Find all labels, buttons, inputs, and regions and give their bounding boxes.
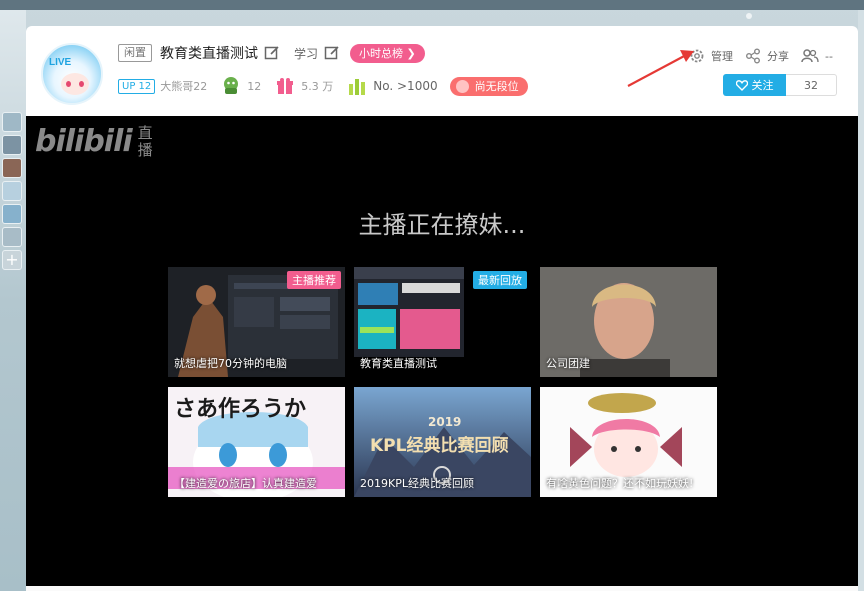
fans-group-button[interactable]: --: [801, 48, 833, 64]
recommendation-title: 2019KPL经典比赛回顾: [360, 477, 474, 490]
bilibili-live-logo: bilibili 直播: [35, 124, 156, 159]
heart-icon: [735, 79, 748, 91]
recommendation-card[interactable]: 有啥黄色问题？还不如玩妖妖!: [540, 387, 717, 497]
annotation-arrow: [627, 50, 694, 87]
recommended-badge: 主播推荐: [287, 271, 341, 289]
recommendation-title: 公司团建: [546, 357, 590, 370]
video-player[interactable]: bilibili 直播 主播正在撩妹... 主播推荐 就想虐把70分钟的电脑 最…: [26, 116, 858, 586]
no-rank-label: 尚无段位: [474, 79, 519, 93]
room-category[interactable]: 学习: [294, 45, 318, 62]
rank-value: No. >1000: [373, 79, 438, 93]
fans-group-label: --: [825, 49, 833, 63]
streamer-name[interactable]: 大熊哥22: [160, 78, 207, 94]
rank-medal-icon: [455, 79, 469, 93]
logo-sub-text: 直播: [137, 123, 153, 159]
recommendation-card[interactable]: 公司团建: [540, 267, 717, 377]
edit-title-icon[interactable]: [264, 45, 280, 61]
toolbar-add-button[interactable]: +: [2, 250, 22, 270]
room-title: 教育类直播测试: [160, 46, 258, 62]
bar-chart-icon: [349, 79, 366, 95]
bottom-edge: [26, 586, 858, 591]
recommendation-title: 教育类直播测试: [360, 357, 437, 370]
share-label: 分享: [767, 50, 789, 63]
toolbar-item-1[interactable]: [2, 112, 22, 132]
streamer-stats-row: UP 12 大熊哥22 12 5.3 万 No. >1000 尚无段位: [118, 75, 528, 97]
offline-status-message: 主播正在撩妹...: [358, 211, 526, 239]
toolbar-item-3[interactable]: [2, 158, 22, 178]
up-level-badge: UP 12: [118, 78, 156, 94]
follow-group: 关注 32: [723, 74, 837, 96]
manage-label: 管理: [711, 50, 733, 63]
background-dot: [746, 13, 752, 19]
logo-text: bilibili: [35, 124, 133, 159]
avatar-face: [61, 73, 89, 95]
stat-value-1: 12: [247, 79, 262, 93]
recommendation-title: 【建造爱の旅店】认真建造爱: [174, 477, 317, 490]
share-icon: [746, 48, 760, 64]
thumbnail-overlay-text: さあ作ろうか: [174, 397, 307, 422]
recommendation-card[interactable]: 2019 KPL经典比赛回顾 2019KPL经典比赛回顾: [354, 387, 531, 497]
follow-label: 关注: [751, 79, 774, 92]
room-header: LIVE 闲置 教育类直播测试 学习 小时总榜 ❯ UP 12 大熊哥22 12: [26, 26, 858, 116]
room-status-tag: 闲置: [118, 44, 152, 62]
follower-count: 32: [786, 74, 837, 96]
recommendation-title: 就想虐把70分钟的电脑: [174, 357, 287, 370]
users-icon: [801, 49, 819, 63]
recommendation-card[interactable]: さあ作ろうか 【建造爱の旅店】认真建造爱: [168, 387, 345, 497]
gift-icon: [277, 78, 294, 94]
share-button[interactable]: 分享: [745, 48, 789, 64]
streamer-avatar[interactable]: LIVE: [41, 43, 103, 105]
stat-value-2: 5.3 万: [301, 80, 334, 93]
hour-rank-label: 小时总榜: [359, 46, 404, 60]
background-right-panel: [858, 10, 864, 591]
header-actions: 管理 分享 --: [689, 46, 845, 66]
avatar-eye: [66, 81, 71, 87]
thumbnail-overlay-text: KPL经典比赛回顾: [370, 436, 509, 456]
avatar-eye: [79, 81, 84, 87]
toolbar-item-5[interactable]: [2, 204, 22, 224]
background-left-panel: [0, 10, 26, 591]
avatar-live-text: LIVE: [49, 57, 72, 68]
toolbar-item-2[interactable]: [2, 135, 22, 155]
thumbnail-year-text: 2019: [428, 415, 462, 429]
recommendation-card[interactable]: 最新回放 教育类直播测试: [354, 267, 531, 377]
toolbar-item-6[interactable]: [2, 227, 22, 247]
left-toolbar: +: [2, 112, 24, 273]
background-top-bar: [0, 0, 864, 10]
recommendation-card[interactable]: 主播推荐 就想虐把70分钟的电脑: [168, 267, 345, 377]
hour-rank-button[interactable]: 小时总榜 ❯: [350, 43, 425, 63]
recommendation-title: 有啥黄色问题？还不如玩妖妖!: [546, 477, 694, 490]
toolbar-item-4[interactable]: [2, 181, 22, 201]
follow-button[interactable]: 关注: [723, 74, 786, 96]
no-rank-badge[interactable]: 尚无段位: [449, 76, 528, 96]
room-info-row: 闲置 教育类直播测试 学习 小时总榜 ❯: [118, 42, 425, 64]
latest-replay-badge: 最新回放: [473, 271, 527, 289]
octopus-icon: [224, 77, 239, 94]
edit-category-icon[interactable]: [324, 45, 340, 61]
